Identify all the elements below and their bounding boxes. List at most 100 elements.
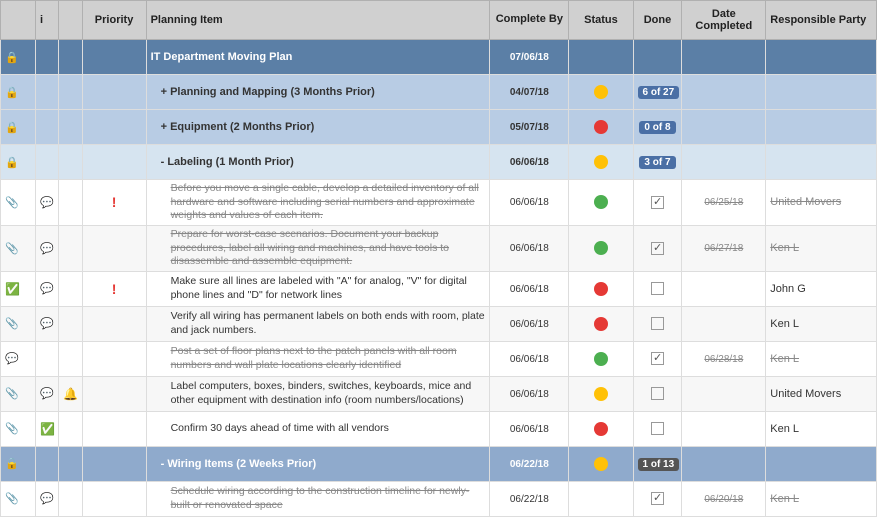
- cell-responsible: [766, 75, 877, 110]
- cell-status: [569, 145, 633, 180]
- info-icon: i: [40, 14, 43, 26]
- status-dot-yellow: [594, 155, 608, 169]
- complete-date: 06/06/18: [510, 389, 549, 400]
- cell-responsible: [766, 110, 877, 145]
- status-dot-yellow: [594, 85, 608, 99]
- attach-icon: 📎: [5, 197, 19, 209]
- done-checkbox-unchecked[interactable]: [651, 387, 664, 400]
- cell-responsible: John G: [766, 271, 877, 306]
- date-completed: 06/27/18: [704, 243, 743, 254]
- responsible-text: Ken L: [770, 423, 799, 435]
- cell-responsible: Ken L: [766, 306, 877, 341]
- done-checkbox-unchecked[interactable]: [651, 282, 664, 295]
- cell-done: [633, 180, 682, 226]
- responsible-text: United Movers: [770, 388, 841, 400]
- cell-icon3: [59, 341, 82, 376]
- cell-icon2: [35, 145, 58, 180]
- cell-planning: Before you move a single cable, develop …: [146, 180, 490, 226]
- cell-planning: Label computers, boxes, binders, switche…: [146, 376, 490, 411]
- cell-status: [569, 75, 633, 110]
- count-badge: 1 of 13: [638, 458, 680, 471]
- cell-status: [569, 271, 633, 306]
- table-row: 📎 ✅ Confirm 30 days ahead of time with a…: [1, 411, 877, 446]
- cell-icon2: [35, 40, 58, 75]
- cell-complete: 06/22/18: [490, 446, 569, 481]
- cell-icon3: [59, 110, 82, 145]
- planning-text: Prepare for worst-case scenarios. Docume…: [171, 228, 449, 267]
- cell-done: [633, 306, 682, 341]
- check-green-icon: ✅: [40, 422, 55, 436]
- cell-priority: [82, 341, 146, 376]
- col-header-planning: Planning Item: [146, 1, 490, 40]
- cell-status: [569, 341, 633, 376]
- cell-icon2: 💬: [35, 225, 58, 271]
- cell-done: [633, 225, 682, 271]
- complete-date: 06/06/18: [510, 319, 549, 330]
- attach-icon: 📎: [5, 318, 19, 330]
- comment-icon: 💬: [40, 388, 54, 400]
- col-header-date: Date Completed: [682, 1, 766, 40]
- cell-priority: !: [82, 271, 146, 306]
- cell-status: [569, 180, 633, 226]
- done-checkbox-checked[interactable]: [651, 196, 664, 209]
- col-header-responsible: Responsible Party: [766, 1, 877, 40]
- cell-done: [633, 481, 682, 516]
- cell-complete: 06/06/18: [490, 341, 569, 376]
- cell-responsible: Ken L: [766, 411, 877, 446]
- col-header-complete: Complete By: [490, 1, 569, 40]
- cell-priority: [82, 110, 146, 145]
- comment-icon: 💬: [40, 197, 54, 209]
- cell-priority: [82, 225, 146, 271]
- col-header-status: Status: [569, 1, 633, 40]
- planning-text: Schedule wiring according to the constru…: [171, 485, 470, 511]
- table-row: 📎 💬 🔔 Label computers, boxes, binders, s…: [1, 376, 877, 411]
- done-checkbox-unchecked[interactable]: [651, 317, 664, 330]
- cell-planning: + Planning and Mapping (3 Months Prior): [146, 75, 490, 110]
- priority-icon: !: [112, 194, 117, 210]
- cell-priority: [82, 75, 146, 110]
- cell-done: 1 of 13: [633, 446, 682, 481]
- table-row: 💬 Post a set of floor plans next to the …: [1, 341, 877, 376]
- cell-icon3: [59, 180, 82, 226]
- cell-icon2: [35, 341, 58, 376]
- table-row: ✅ 💬 ! Make sure all lines are labeled wi…: [1, 271, 877, 306]
- cell-priority: [82, 481, 146, 516]
- cell-date: [682, 446, 766, 481]
- col-header-priority: Priority: [82, 1, 146, 40]
- table-row: 🔒 IT Department Moving Plan 07/06/18: [1, 40, 877, 75]
- section-title: IT Department Moving Plan: [151, 51, 293, 63]
- cell-icon1: 🔒: [1, 110, 36, 145]
- planning-text: Label computers, boxes, binders, switche…: [171, 380, 472, 406]
- cell-complete: 06/06/18: [490, 225, 569, 271]
- complete-date: 07/06/18: [510, 52, 549, 63]
- table-row: 🔒 - Wiring Items (2 Weeks Prior) 06/22/1…: [1, 446, 877, 481]
- cell-complete: 06/06/18: [490, 376, 569, 411]
- cell-priority: [82, 306, 146, 341]
- cell-status: [569, 225, 633, 271]
- done-checkbox-unchecked[interactable]: [651, 422, 664, 435]
- bell-icon: 🔔: [63, 387, 78, 401]
- cell-complete: 06/06/18: [490, 145, 569, 180]
- cell-complete: 06/06/18: [490, 271, 569, 306]
- cell-priority: [82, 145, 146, 180]
- cell-planning: IT Department Moving Plan: [146, 40, 490, 75]
- cell-status: [569, 376, 633, 411]
- cell-icon1: 💬: [1, 341, 36, 376]
- done-checkbox-checked[interactable]: [651, 352, 664, 365]
- cell-icon2: 💬: [35, 180, 58, 226]
- planning-text: Before you move a single cable, develop …: [171, 182, 479, 221]
- lock-icon: 🔒: [5, 87, 19, 99]
- cell-complete: 06/06/18: [490, 180, 569, 226]
- cell-status: [569, 306, 633, 341]
- attach-icon: 📎: [5, 493, 19, 505]
- count-badge: 3 of 7: [639, 156, 675, 169]
- cell-date: [682, 411, 766, 446]
- cell-icon3: [59, 446, 82, 481]
- cell-status: [569, 110, 633, 145]
- done-checkbox-checked[interactable]: [651, 492, 664, 505]
- status-dot-red: [594, 282, 608, 296]
- cell-complete: 07/06/18: [490, 40, 569, 75]
- table-row: 📎 💬 Schedule wiring according to the con…: [1, 481, 877, 516]
- done-checkbox-checked[interactable]: [651, 242, 664, 255]
- cell-status: [569, 411, 633, 446]
